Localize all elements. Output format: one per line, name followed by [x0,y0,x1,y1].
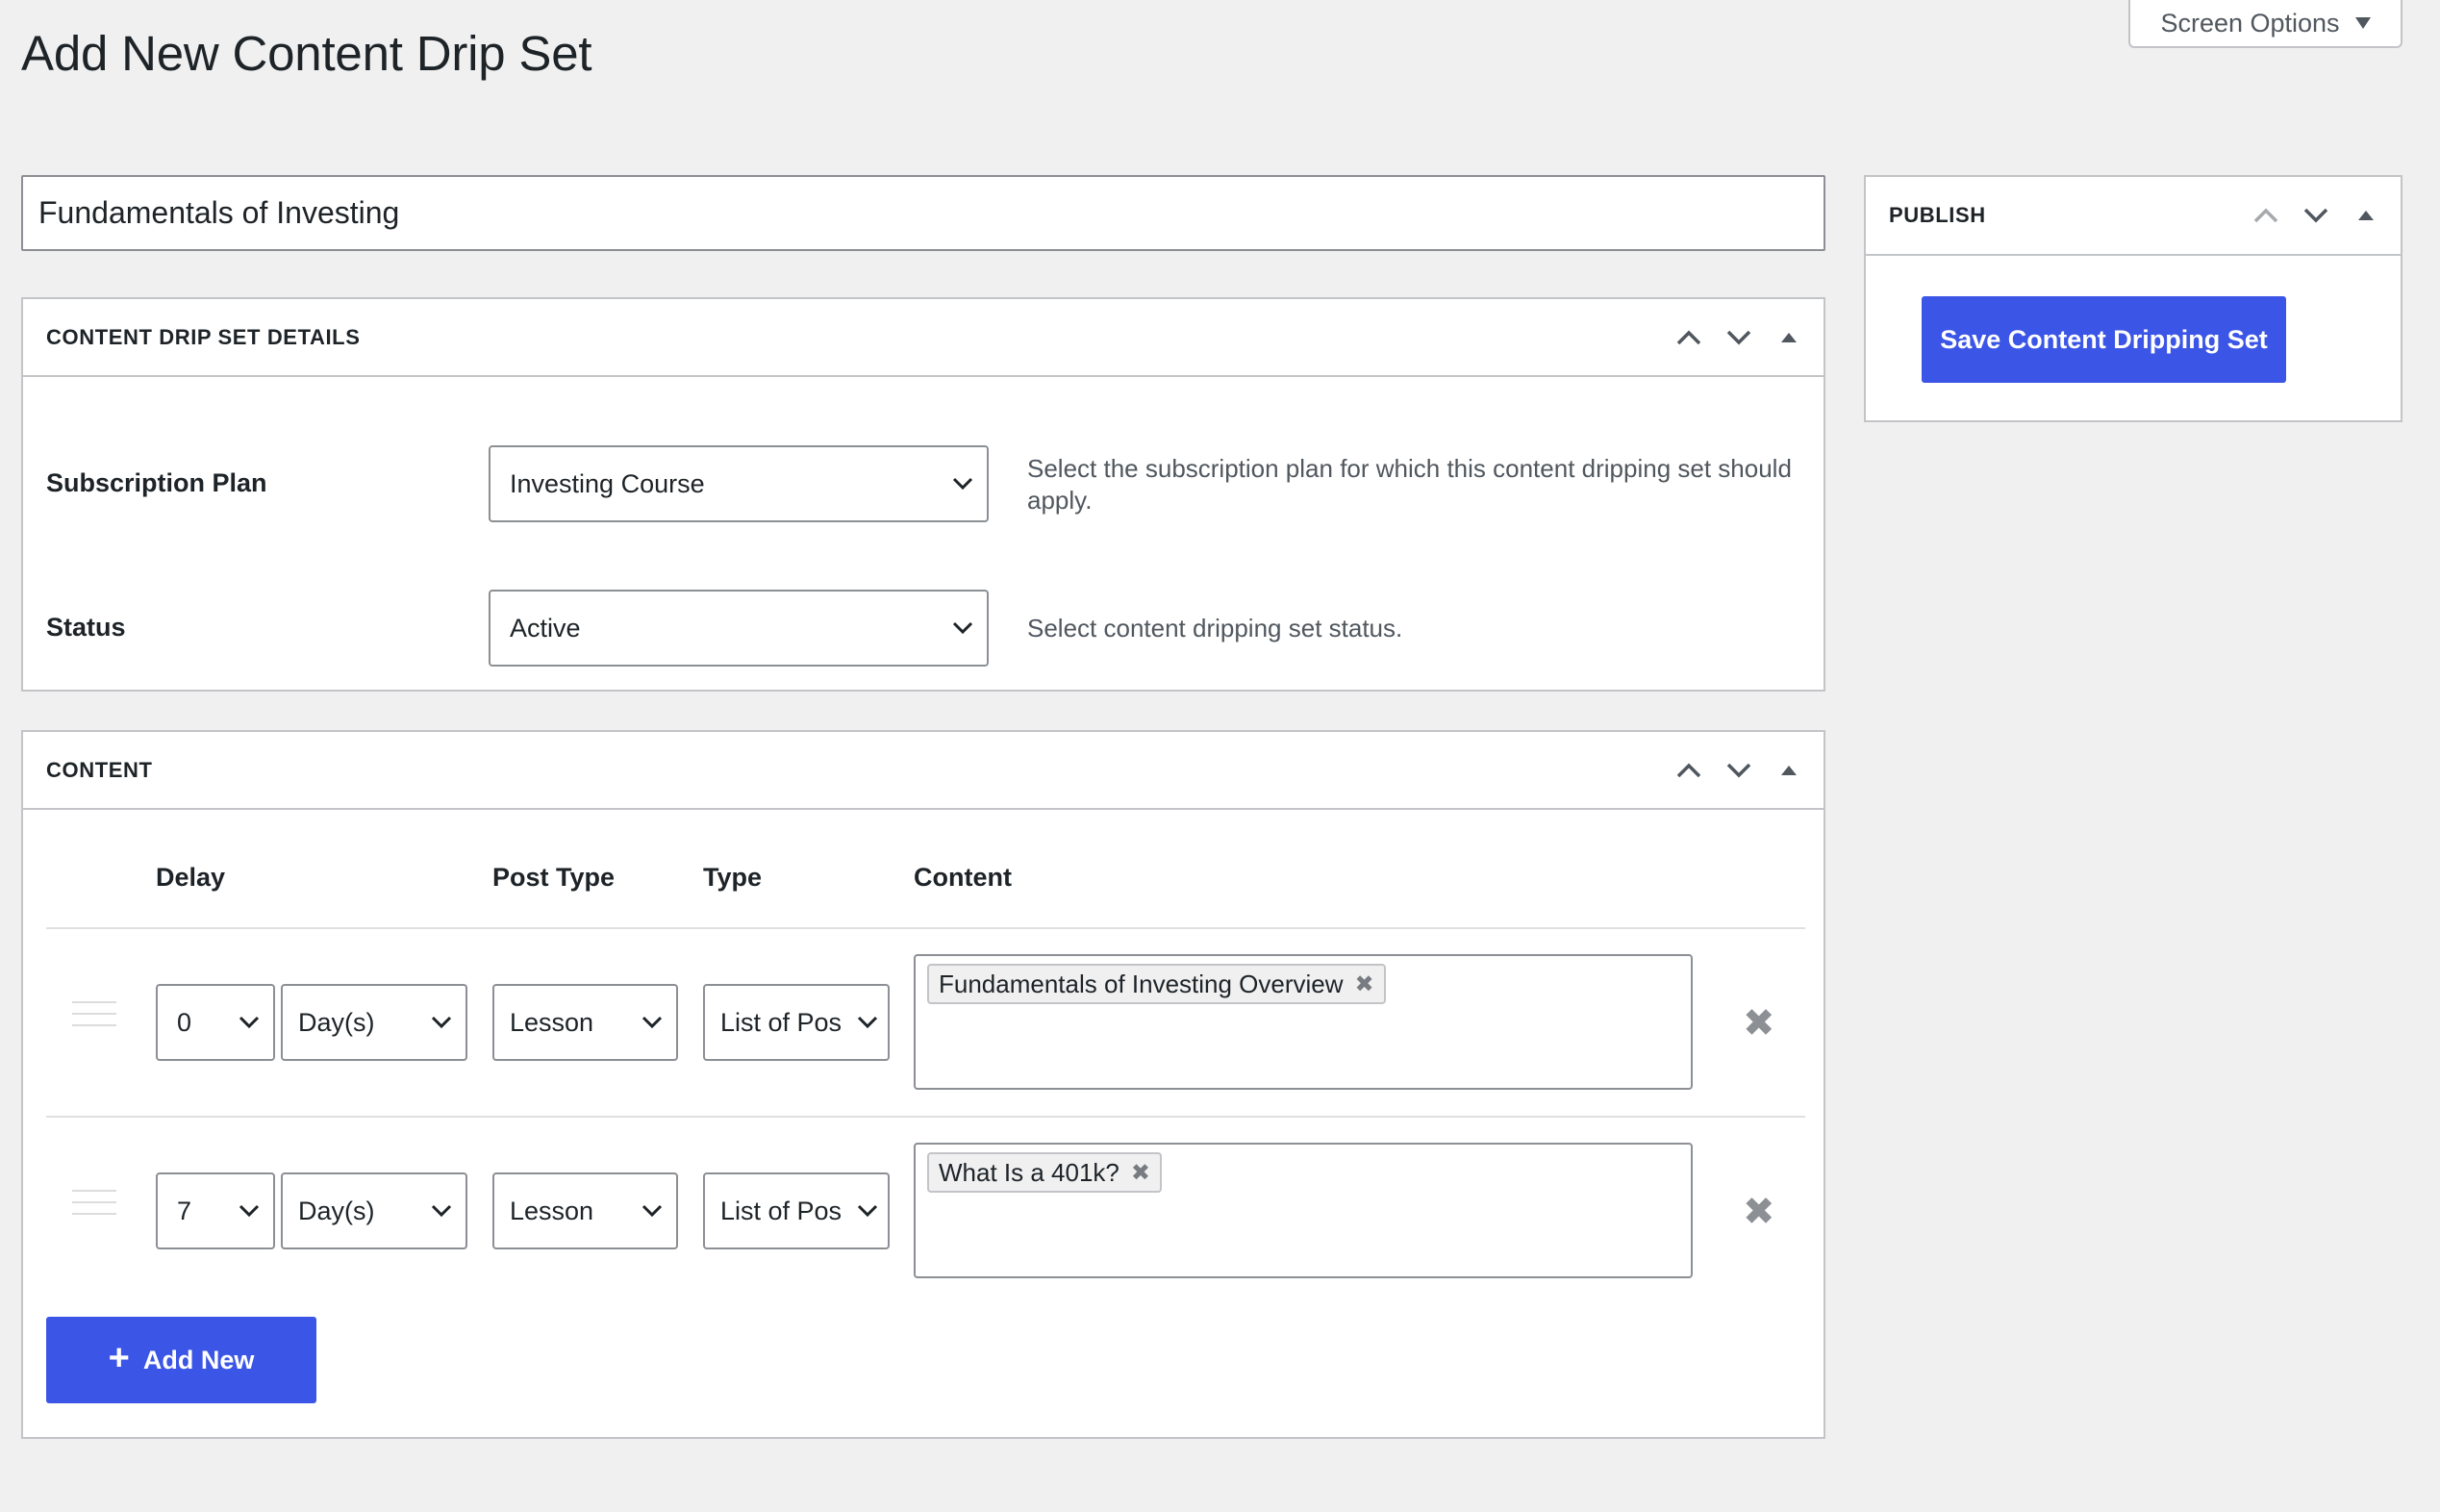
column-header-type: Type [703,863,763,892]
title-input[interactable] [21,175,1825,251]
publish-postbox-title: PUBLISH [1889,203,1986,227]
details-postbox-title: CONTENT DRIP SET DETAILS [46,324,361,349]
delay-value: 7 [177,1196,192,1225]
screen-options-label: Screen Options [2160,8,2340,38]
chevron-down-icon [1726,330,1751,344]
content-postbox-header: CONTENT [23,732,1824,810]
subscription-plan-select[interactable]: Investing Course [489,445,989,522]
status-select[interactable]: Active [489,590,989,667]
publish-handle-actions [2241,177,2391,254]
delay-unit-value: Day(s) [298,1196,375,1225]
chevron-down-icon [857,1204,878,1218]
content-handle-actions [1664,732,1814,808]
delay-unit-select[interactable]: Day(s) [281,1172,467,1249]
status-description: Select content dripping set status. [1027,614,1403,643]
column-header-delay: Delay [156,863,226,892]
post-type-select[interactable]: Lesson [492,1172,678,1249]
toggle-triangle-icon [1781,332,1797,342]
delay-select[interactable]: 7 [156,1172,275,1249]
move-up-button[interactable] [1664,313,1714,363]
status-label: Status [46,613,126,642]
content-tag-label: Fundamentals of Investing Overview [939,969,1344,998]
toggle-triangle-icon [2358,211,2374,220]
save-content-dripping-set-button[interactable]: Save Content Dripping Set [1922,296,2286,383]
chevron-down-icon [431,1204,452,1218]
column-header-content: Content [914,863,1012,892]
add-new-label: Add New [142,1345,255,1374]
delay-unit-value: Day(s) [298,1007,375,1037]
chevron-up-icon [1676,330,1701,344]
content-tag: Fundamentals of Investing Overview ✖ [927,964,1386,1004]
move-up-button[interactable] [2241,190,2291,240]
content-postbox-title: CONTENT [46,757,153,782]
screen-options-button[interactable]: Screen Options [2128,0,2402,48]
column-header-post-type: Post Type [492,863,616,892]
publish-postbox-header: PUBLISH [1866,177,2401,256]
chevron-down-icon [239,1204,260,1218]
toggle-panel-button[interactable] [1764,745,1814,795]
chevron-down-icon [857,1016,878,1029]
toggle-panel-button[interactable] [2341,190,2391,240]
content-tag-label: What Is a 401k? [939,1157,1119,1187]
plus-icon: + [108,1338,130,1378]
row-divider [46,1116,1805,1118]
delay-unit-select[interactable]: Day(s) [281,984,467,1061]
details-handle-actions [1664,299,1814,375]
delay-value: 0 [177,1007,192,1037]
post-type-value: Lesson [510,1196,594,1225]
chevron-down-icon [239,1016,260,1029]
chevron-up-icon [1676,763,1701,777]
chevron-down-icon [2303,208,2328,223]
delay-select[interactable]: 0 [156,984,275,1061]
type-value: List of Pos [720,1007,843,1037]
drag-handle-icon[interactable] [72,1190,116,1224]
post-type-value: Lesson [510,1007,594,1037]
chevron-down-icon [1726,763,1751,777]
subscription-plan-description: Select the subscription plan for which t… [1027,454,1792,515]
chevron-down-icon [641,1016,663,1029]
remove-tag-icon[interactable]: ✖ [1131,1159,1150,1187]
chevron-down-icon [952,621,973,635]
content-select-multi[interactable]: What Is a 401k? ✖ [914,1143,1693,1278]
type-select[interactable]: List of Pos [703,984,890,1061]
remove-row-icon[interactable]: ✖ [1743,1193,1775,1231]
publish-postbox: PUBLISH Save Content Dripping Set [1864,175,2402,422]
type-select[interactable]: List of Pos [703,1172,890,1249]
subscription-plan-value: Investing Course [510,468,705,498]
details-postbox: CONTENT DRIP SET DETAILS Subscription Pl… [21,297,1825,692]
row-divider [46,927,1805,929]
post-type-select[interactable]: Lesson [492,984,678,1061]
toggle-triangle-icon [1781,765,1797,775]
save-button-label: Save Content Dripping Set [1940,324,2268,354]
move-down-button[interactable] [1714,745,1764,795]
remove-row-icon[interactable]: ✖ [1743,1004,1775,1043]
toggle-panel-button[interactable] [1764,313,1814,363]
remove-tag-icon[interactable]: ✖ [1355,970,1374,998]
chevron-down-icon [641,1204,663,1218]
chevron-down-icon [431,1016,452,1029]
status-value: Active [510,613,581,643]
details-postbox-header: CONTENT DRIP SET DETAILS [23,299,1824,377]
chevron-up-icon [2253,208,2278,223]
move-down-button[interactable] [2291,190,2341,240]
content-postbox: CONTENT Delay Post Type Type Content 0 D… [21,730,1825,1439]
page-title: Add New Content Drip Set [21,26,592,81]
type-value: List of Pos [720,1196,843,1225]
add-new-button[interactable]: + Add New [46,1317,316,1403]
content-tag: What Is a 401k? ✖ [927,1152,1162,1193]
content-select-multi[interactable]: Fundamentals of Investing Overview ✖ [914,954,1693,1090]
move-down-button[interactable] [1714,313,1764,363]
triangle-down-icon [2354,17,2371,29]
drag-handle-icon[interactable] [72,1001,116,1036]
move-up-button[interactable] [1664,745,1714,795]
chevron-down-icon [952,477,973,491]
subscription-plan-label: Subscription Plan [46,468,267,497]
